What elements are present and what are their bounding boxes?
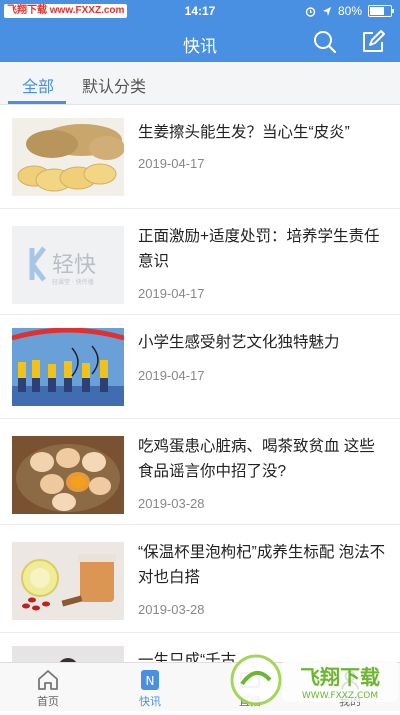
svg-text:N: N [146, 674, 155, 688]
news-thumbnail-ginger [12, 118, 124, 196]
nav-bar: 快讯 [0, 22, 400, 62]
status-right: 80% [305, 4, 394, 18]
category-tabs: 全部 默认分类 [0, 62, 400, 105]
home-icon [38, 670, 58, 690]
tab-news[interactable]: N 快讯 [110, 663, 190, 711]
news-date: 2019-04-17 [138, 368, 205, 383]
news-title: 吃鸡蛋患心脏病、喝茶致贫血 这些食品谣言你中招了没? [138, 438, 375, 480]
watermark-text: 飞翔下载 [300, 665, 380, 689]
alarm-icon [305, 6, 316, 17]
news-title: “保温杯里泡枸杞”成养生标配 泡法不对也白搭 [138, 544, 386, 586]
news-date: 2019-04-17 [138, 286, 205, 301]
tab-home-label: 首页 [37, 696, 59, 708]
news-date: 2019-03-28 [138, 496, 205, 511]
news-thumbnail-eggs [12, 436, 124, 514]
battery-percent: 80% [337, 4, 362, 18]
news-title: 生姜擦头能生发？当心生“皮炎” [138, 124, 350, 141]
news-thumbnail-goji-tea [12, 542, 124, 620]
news-thumbnail-archery [12, 328, 124, 406]
tab-home[interactable]: 首页 [8, 663, 88, 711]
news-item[interactable]: 轻快 轻课堂 · 快传播 正面激励+适度处罚：培养学生责任意识 2019-04-… [0, 208, 400, 315]
search-icon[interactable] [311, 28, 339, 56]
news-item[interactable]: 吃鸡蛋患心脏病、喝茶致贫血 这些食品谣言你中招了没? 2019-03-28 [0, 418, 400, 525]
battery-icon [368, 5, 394, 17]
logo-subtext: 轻课堂 · 快传播 [52, 278, 94, 286]
news-item[interactable]: 生姜擦头能生发？当心生“皮炎” 2019-04-17 [0, 104, 400, 209]
edit-icon[interactable] [359, 28, 387, 56]
news-title: 正面激励+适度处罚：培养学生责任意识 [138, 228, 380, 270]
news-date: 2019-03-28 [138, 602, 205, 617]
watermark-logo: 飞翔下载 WWW.FXXZ.COM [228, 650, 400, 710]
news-item[interactable]: “保温杯里泡枸杞”成养生标配 泡法不对也白搭 2019-03-28 [0, 524, 400, 633]
watermark-url: WWW.FXXZ.COM [302, 691, 378, 701]
location-icon [322, 6, 331, 16]
news-item[interactable]: 小学生感受射艺文化独特魅力 2019-04-17 [0, 314, 400, 419]
news-list: 生姜擦头能生发？当心生“皮炎” 2019-04-17 轻快 轻课堂 · 快传播 … [0, 104, 400, 662]
tab-default-category[interactable]: 默认分类 [82, 73, 146, 97]
news-icon: N [141, 670, 159, 690]
news-thumbnail-logo: 轻快 轻课堂 · 快传播 [12, 226, 124, 304]
tab-all[interactable]: 全部 [22, 73, 54, 97]
status-bar: 飞翔下载 www.FXXZ.com 14:17 80% [0, 0, 400, 22]
news-thumbnail-partial [12, 646, 124, 662]
news-title: 小学生感受射艺文化独特魅力 [138, 334, 340, 351]
tab-news-label: 快讯 [139, 696, 161, 708]
logo-text: 轻快 [52, 253, 96, 278]
news-date: 2019-04-17 [138, 156, 205, 171]
page-title: 快讯 [183, 37, 217, 56]
